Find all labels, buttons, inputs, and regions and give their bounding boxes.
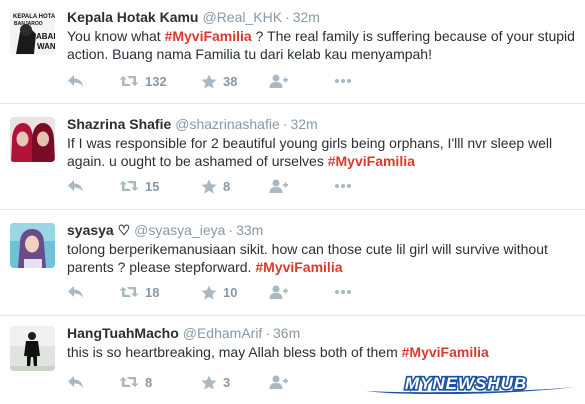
watermark-text: MYNEWSHUB	[405, 374, 527, 393]
hashtag-link[interactable]: #MyviFamilia	[402, 344, 489, 360]
avatar-image	[10, 117, 55, 162]
svg-text:WAN: WAN	[37, 42, 55, 51]
more-dots-icon	[335, 184, 351, 188]
star-icon	[201, 74, 217, 88]
avatar-image	[10, 326, 55, 371]
more-dots-icon	[335, 290, 351, 294]
retweet-icon	[119, 76, 139, 86]
star-icon	[201, 179, 217, 193]
timestamp[interactable]: 32m	[290, 116, 317, 132]
reply-icon	[68, 286, 83, 298]
avatar[interactable]	[10, 326, 55, 371]
reply-button[interactable]	[67, 71, 84, 91]
svg-text:KEPALA HOTAK: KEPALA HOTAK	[13, 14, 55, 20]
follow-button[interactable]	[269, 71, 288, 91]
retweet-count: 15	[145, 178, 160, 194]
author-handle[interactable]: @Real_KHK	[202, 9, 282, 25]
separator: ·	[265, 325, 270, 341]
author-name[interactable]: HangTuahMacho	[67, 325, 179, 341]
retweet-count: 18	[145, 284, 160, 300]
tweet-text-part: If I was responsible for 2 beautiful you…	[67, 135, 553, 169]
hashtag-link[interactable]: #MyviFamilia	[255, 259, 342, 275]
reply-icon	[68, 376, 83, 388]
follow-icon	[269, 179, 288, 193]
separator: ·	[282, 116, 288, 132]
separator: ·	[285, 9, 290, 25]
retweet-icon	[119, 181, 139, 191]
tweet[interactable]: KEPALA HOTAK BANJAROO ABAH WAN Kepala Ho…	[0, 0, 585, 104]
reply-button[interactable]	[67, 372, 84, 392]
svg-text:ABAH: ABAH	[36, 32, 55, 41]
avatar[interactable]	[10, 117, 55, 162]
author-handle[interactable]: @EdhamArif	[183, 325, 263, 341]
retweet-button[interactable]: 18	[119, 282, 159, 302]
favorite-button[interactable]: 38	[201, 71, 237, 91]
tweet-header: Shazrina Shafie @shazrinashafie · 32m	[67, 115, 577, 133]
timestamp[interactable]: 32m	[293, 9, 320, 25]
more-button[interactable]	[335, 282, 351, 302]
more-button[interactable]	[335, 176, 351, 196]
timestamp[interactable]: 36m	[273, 325, 300, 341]
tweet-text: You know what #MyviFamilia ? The real fa…	[67, 27, 577, 63]
author-name[interactable]: Shazrina Shafie	[67, 116, 171, 132]
tweet-text: tolong berperikemanusiaan sikit. how can…	[67, 240, 577, 276]
hashtag-link[interactable]: #MyviFamilia	[165, 28, 252, 44]
avatar[interactable]: KEPALA HOTAK BANJAROO ABAH WAN	[10, 10, 55, 55]
follow-button[interactable]	[269, 372, 288, 392]
tweet-text: this is so heartbreaking, may Allah bles…	[67, 343, 577, 361]
reply-icon	[68, 180, 83, 192]
timestamp[interactable]: 33m	[236, 222, 263, 238]
star-icon	[201, 375, 217, 389]
tweet-header: syasya ♡ @syasya_ieya · 33m	[67, 221, 577, 239]
follow-icon	[269, 74, 288, 88]
follow-button[interactable]	[269, 176, 288, 196]
tweet-header: HangTuahMacho @EdhamArif · 36m	[67, 324, 577, 342]
tweet-header: Kepala Hotak Kamu @Real_KHK · 32m	[67, 8, 577, 26]
favorite-count: 8	[223, 178, 231, 194]
follow-icon	[269, 285, 288, 299]
tweet[interactable]: syasya ♡ @syasya_ieya · 33m tolong berperik…	[0, 210, 585, 316]
retweet-count: 132	[145, 73, 167, 89]
watermark-logo: MYNEWSHUB	[366, 374, 574, 395]
favorite-button[interactable]: 10	[201, 282, 237, 302]
author-name[interactable]: Kepala Hotak Kamu	[67, 9, 198, 25]
avatar[interactable]	[10, 223, 55, 268]
tweet-text: If I was responsible for 2 beautiful you…	[67, 134, 577, 170]
follow-button[interactable]	[269, 282, 288, 302]
follow-icon	[269, 375, 288, 389]
favorite-count: 38	[223, 73, 238, 89]
avatar-image	[10, 223, 55, 268]
separator: ·	[228, 222, 234, 238]
tweet[interactable]: Shazrina Shafie @shazrinashafie · 32m If I …	[0, 104, 585, 210]
favorite-button[interactable]: 8	[201, 176, 230, 196]
author-handle[interactable]: @shazrinashafie	[175, 116, 280, 132]
retweet-icon	[119, 287, 139, 297]
reply-icon	[68, 75, 83, 87]
author-handle[interactable]: @syasya_ieya	[134, 222, 225, 238]
star-icon	[201, 285, 217, 299]
hashtag-link[interactable]: #MyviFamilia	[328, 153, 415, 169]
favorite-count: 3	[223, 374, 231, 390]
avatar-image: KEPALA HOTAK BANJAROO ABAH WAN	[10, 10, 55, 55]
retweet-button[interactable]: 15	[119, 176, 159, 196]
tweet-timeline: KEPALA HOTAK BANJAROO ABAH WAN Kepala Ho…	[0, 0, 585, 404]
favorite-count: 10	[223, 284, 238, 300]
more-button[interactable]	[335, 71, 351, 91]
tweet-text-part: this is so heartbreaking, may Allah bles…	[67, 344, 402, 360]
retweet-count: 8	[145, 374, 153, 390]
retweet-icon	[119, 377, 139, 387]
tweet-text-part: You know what	[67, 28, 165, 44]
author-name[interactable]: syasya ♡	[67, 222, 130, 238]
favorite-button[interactable]: 3	[201, 372, 230, 392]
retweet-button[interactable]: 132	[119, 71, 167, 91]
retweet-button[interactable]: 8	[119, 372, 152, 392]
reply-button[interactable]	[67, 282, 84, 302]
reply-button[interactable]	[67, 176, 84, 196]
more-dots-icon	[335, 79, 351, 83]
